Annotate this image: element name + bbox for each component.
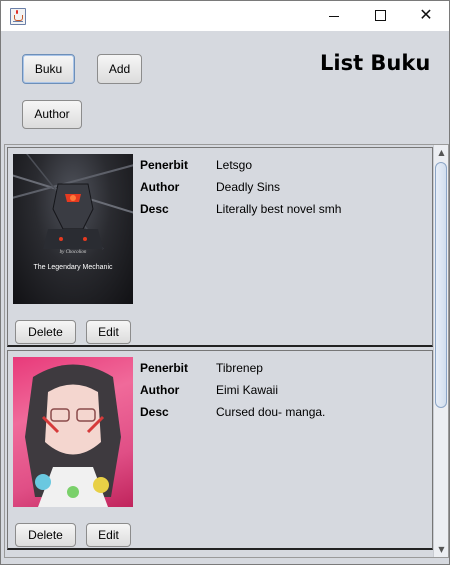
maximize-button[interactable]	[357, 1, 403, 31]
desc-label: Desc	[140, 405, 169, 419]
manga-illustration	[25, 364, 121, 507]
author-label: Author	[140, 383, 180, 397]
edit-button[interactable]: Edit	[86, 320, 131, 344]
desc-value: Literally best novel smh	[216, 202, 342, 216]
desc-value: Cursed dou- manga.	[216, 405, 326, 419]
author-label: Author	[140, 180, 180, 194]
maximize-icon	[375, 10, 386, 21]
scroll-up-icon[interactable]: ▲	[434, 145, 448, 160]
cover-author-text: by Chocolion	[59, 250, 87, 255]
book-card: by Chocolion The Legendary Mechanic Pene…	[7, 147, 433, 347]
java-app-icon	[10, 8, 26, 25]
mech-illustration	[13, 154, 133, 250]
author-value: Eimi Kawaii	[216, 383, 279, 397]
add-button[interactable]: Add	[97, 54, 142, 84]
book-cover-image: by Chocolion The Legendary Mechanic	[13, 154, 133, 304]
cover-title-text: The Legendary Mechanic	[33, 264, 113, 271]
title-bar: ✕	[1, 1, 449, 31]
book-list[interactable]: by Chocolion The Legendary Mechanic Pene…	[4, 144, 449, 558]
buku-button[interactable]: Buku	[22, 54, 75, 84]
page-title: List Buku	[320, 51, 431, 75]
minimize-button[interactable]	[311, 1, 357, 31]
app-window: ✕ Buku Add Author List Buku by Chocolion	[0, 0, 450, 565]
penerbit-label: Penerbit	[140, 158, 189, 172]
penerbit-value: Tibrenep	[216, 361, 263, 375]
penerbit-value: Letsgo	[216, 158, 253, 172]
author-button[interactable]: Author	[22, 100, 82, 129]
author-value: Deadly Sins	[216, 180, 281, 194]
delete-button[interactable]: Delete	[15, 523, 76, 547]
close-icon: ✕	[419, 5, 433, 24]
scroll-down-icon[interactable]: ▼	[434, 542, 448, 557]
close-button[interactable]: ✕	[403, 1, 449, 31]
delete-button[interactable]: Delete	[15, 320, 76, 344]
minimize-icon	[329, 16, 339, 17]
scroll-thumb[interactable]	[435, 162, 447, 408]
penerbit-label: Penerbit	[140, 361, 189, 375]
desc-label: Desc	[140, 202, 169, 216]
edit-button[interactable]: Edit	[86, 523, 131, 547]
book-card: Penerbit Author Desc Tibrenep Eimi Kawai…	[7, 350, 433, 550]
vertical-scrollbar[interactable]: ▲ ▼	[433, 145, 448, 557]
book-cover-image	[13, 357, 133, 507]
